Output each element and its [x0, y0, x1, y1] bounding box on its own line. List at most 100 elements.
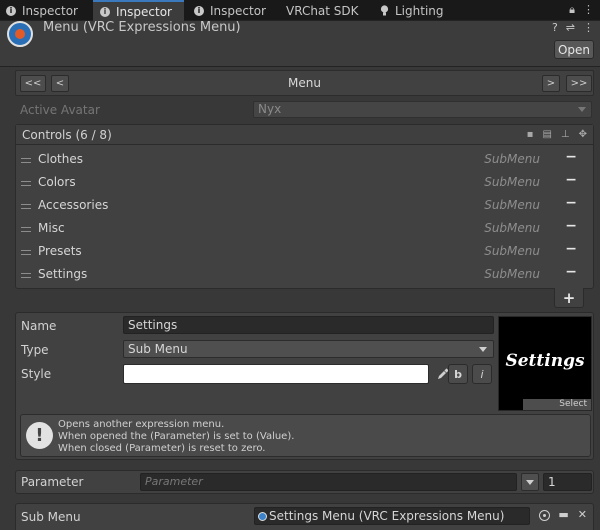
tab-label: Inspector — [116, 4, 172, 19]
controls-header: Controls (6 / 8) ▪ ▤ ⊥ ✥ — [16, 125, 593, 145]
tab-label: VRChat SDK — [286, 3, 359, 18]
clipboard-icon[interactable]: ▤ — [542, 129, 551, 140]
type-dropdown[interactable]: Sub Menu — [123, 340, 494, 358]
list-item[interactable]: Clothes SubMenu − — [16, 148, 593, 171]
control-label: Clothes — [38, 152, 83, 166]
info-icon: i — [194, 5, 204, 16]
submenu-object-field[interactable]: Settings Menu (VRC Expressions Menu) — [254, 507, 550, 525]
control-type: SubMenu — [484, 175, 540, 189]
tabbar-controls: 🔒︎ ⋮ — [569, 3, 594, 17]
control-type: SubMenu — [484, 198, 540, 212]
tab-label: Inspector — [22, 3, 78, 18]
control-label: Settings — [38, 267, 88, 281]
remove-button[interactable]: − — [565, 195, 577, 211]
help-text-line: When opened the (Parameter) is set to (V… — [58, 431, 295, 442]
parameter-dropdown-button[interactable] — [521, 473, 539, 491]
italic-button[interactable]: i — [472, 364, 492, 384]
controls-list: Controls (6 / 8) ▪ ▤ ⊥ ✥ Clothes SubMenu… — [15, 124, 594, 289]
drag-handle-icon[interactable] — [21, 158, 31, 163]
submenu-value: Settings Menu (VRC Expressions Menu) — [269, 509, 505, 523]
folder-icon[interactable]: ▬ — [558, 508, 568, 521]
tab-bar: i Inspector i Inspector i Inspector VRCh… — [0, 0, 600, 21]
open-button[interactable]: Open — [554, 40, 594, 59]
remove-button[interactable]: − — [565, 241, 577, 257]
tab-inspector-3[interactable]: i Inspector — [194, 0, 274, 21]
control-label: Colors — [38, 175, 76, 189]
drag-handle-icon[interactable] — [21, 273, 31, 278]
add-control-button[interactable]: + — [554, 288, 584, 308]
drag-handle-icon[interactable] — [21, 204, 31, 209]
nav-next-button[interactable]: > — [542, 75, 560, 92]
tab-label: Inspector — [210, 3, 266, 18]
tab-label: Lighting — [395, 3, 444, 18]
nav-title: Menu — [288, 76, 321, 90]
more-icon[interactable]: ⋮ — [583, 3, 594, 17]
warning-icon: ! — [26, 422, 53, 449]
active-avatar-label: Active Avatar — [20, 103, 100, 117]
control-label: Accessories — [38, 198, 109, 212]
tab-lighting[interactable]: Lighting — [380, 0, 450, 21]
lock-icon[interactable]: 🔒︎ — [569, 3, 575, 17]
bold-button[interactable]: b — [448, 364, 468, 384]
preview-label: Settings — [505, 351, 585, 371]
remove-button[interactable]: − — [565, 218, 577, 234]
more-icon[interactable]: ⋮ — [583, 21, 594, 34]
control-type: SubMenu — [484, 267, 540, 281]
help-text-line: When closed (Parameter) is reset to zero… — [58, 443, 266, 454]
help-icon[interactable]: ? — [552, 21, 558, 34]
menu-nav-bar: << < Menu > >> — [15, 70, 594, 96]
style-color-field[interactable] — [123, 364, 429, 384]
chevron-down-icon — [578, 107, 586, 112]
parameter-value-field[interactable]: 1 — [543, 473, 592, 491]
remove-button[interactable]: − — [565, 172, 577, 188]
controls-toolbar: ▪ ▤ ⊥ ✥ — [527, 129, 587, 140]
tab-inspector-1[interactable]: i Inspector — [6, 0, 93, 21]
remove-button[interactable]: − — [565, 264, 577, 280]
style-label: Style — [21, 367, 52, 381]
move-icon[interactable]: ✥ — [579, 129, 587, 140]
save-icon[interactable]: ▪ — [527, 129, 534, 140]
inspector-header: Menu (VRC Expressions Menu) ? ⇌ ⋮ Open — [0, 20, 600, 67]
header-icons: ? ⇌ ⋮ — [552, 21, 594, 34]
help-text-line: Opens another expression menu. — [58, 419, 225, 430]
control-type: SubMenu — [484, 221, 540, 235]
submenu-actions: ▬ ✕ — [558, 508, 587, 521]
close-icon[interactable]: ✕ — [578, 508, 587, 521]
drag-handle-icon[interactable] — [21, 227, 31, 232]
control-label: Presets — [38, 244, 82, 258]
info-icon: i — [6, 5, 16, 16]
active-avatar-value: Nyx — [258, 102, 282, 116]
list-item[interactable]: Accessories SubMenu − — [16, 194, 593, 217]
control-label: Misc — [38, 221, 65, 235]
control-detail-panel: Name Settings Type Sub Menu Style b i Se… — [15, 312, 594, 460]
select-button[interactable]: Select — [523, 399, 591, 410]
tab-inspector-2[interactable]: i Inspector — [93, 0, 184, 21]
list-item[interactable]: Settings SubMenu − — [16, 263, 593, 286]
control-type: SubMenu — [484, 244, 540, 258]
tab-vrchat-sdk[interactable]: VRChat SDK — [286, 0, 366, 21]
preset-icon[interactable]: ⇌ — [566, 21, 575, 34]
object-picker-icon[interactable] — [539, 510, 550, 521]
drag-handle-icon[interactable] — [21, 181, 31, 186]
info-icon: i — [100, 6, 110, 17]
list-item[interactable]: Misc SubMenu − — [16, 217, 593, 240]
menu-icon-preview[interactable]: Settings Select — [498, 316, 592, 411]
expressions-menu-icon — [258, 512, 267, 521]
help-box: ! Opens another expression menu. When op… — [20, 414, 591, 457]
control-type: SubMenu — [484, 152, 540, 166]
sort-icon[interactable]: ⊥ — [561, 129, 570, 140]
list-item[interactable]: Presets SubMenu − — [16, 240, 593, 263]
submenu-label: Sub Menu — [21, 510, 81, 524]
lightbulb-icon — [380, 5, 389, 16]
type-value: Sub Menu — [128, 342, 188, 356]
chevron-down-icon — [479, 347, 487, 352]
parameter-label: Parameter — [21, 475, 84, 489]
list-item[interactable]: Colors SubMenu − — [16, 171, 593, 194]
asset-title: Menu (VRC Expressions Menu) — [43, 20, 241, 35]
nav-last-button[interactable]: >> — [566, 75, 592, 92]
parameter-field[interactable]: Parameter — [140, 473, 517, 491]
remove-button[interactable]: − — [565, 149, 577, 165]
active-avatar-dropdown[interactable]: Nyx — [253, 101, 592, 118]
name-field[interactable]: Settings — [123, 316, 494, 334]
drag-handle-icon[interactable] — [21, 250, 31, 255]
